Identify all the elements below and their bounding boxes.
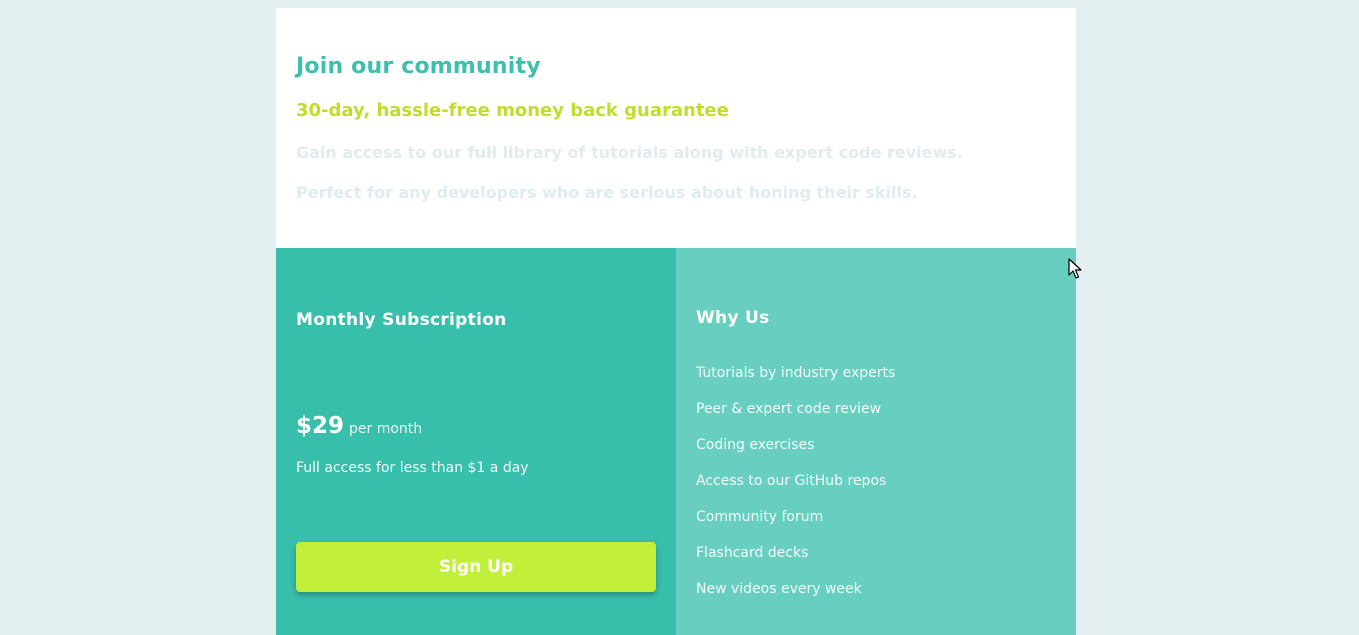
description-line-1: Gain access to our full library of tutor…	[296, 143, 963, 162]
sign-up-button[interactable]: Sign Up	[296, 542, 656, 592]
price-row: $29 per month	[296, 413, 422, 439]
why-us-list: Tutorials by industry experts Peer & exp…	[696, 364, 895, 616]
list-item: Tutorials by industry experts	[696, 365, 896, 381]
subscription-panel: Monthly Subscription $29 per month Full …	[276, 248, 676, 635]
price-amount: $29	[296, 413, 345, 439]
pricing-panels: Monthly Subscription $29 per month Full …	[276, 248, 1076, 635]
why-us-panel: Why Us Tutorials by industry experts Pee…	[676, 248, 1076, 635]
description-line-2: Perfect for any developers who are serio…	[296, 183, 918, 202]
list-item: New videos every week	[696, 581, 862, 597]
list-item: Access to our GitHub repos	[696, 473, 887, 489]
list-item: Peer & expert code review	[696, 401, 882, 417]
price-note: Full access for less than $1 a day	[296, 460, 529, 476]
mouse-pointer-icon	[1068, 258, 1082, 279]
why-us-title: Why Us	[696, 308, 770, 328]
guarantee-subtitle: 30-day, hassle-free money back guarantee	[296, 100, 729, 121]
subscription-title: Monthly Subscription	[296, 310, 507, 330]
pricing-card: Join our community 30-day, hassle-free m…	[276, 8, 1076, 635]
list-item: Community forum	[696, 509, 824, 525]
community-section: Join our community 30-day, hassle-free m…	[276, 8, 1076, 248]
community-title: Join our community	[296, 54, 541, 79]
price-period: per month	[349, 421, 423, 437]
list-item: Coding exercises	[696, 437, 815, 453]
list-item: Flashcard decks	[696, 545, 809, 561]
